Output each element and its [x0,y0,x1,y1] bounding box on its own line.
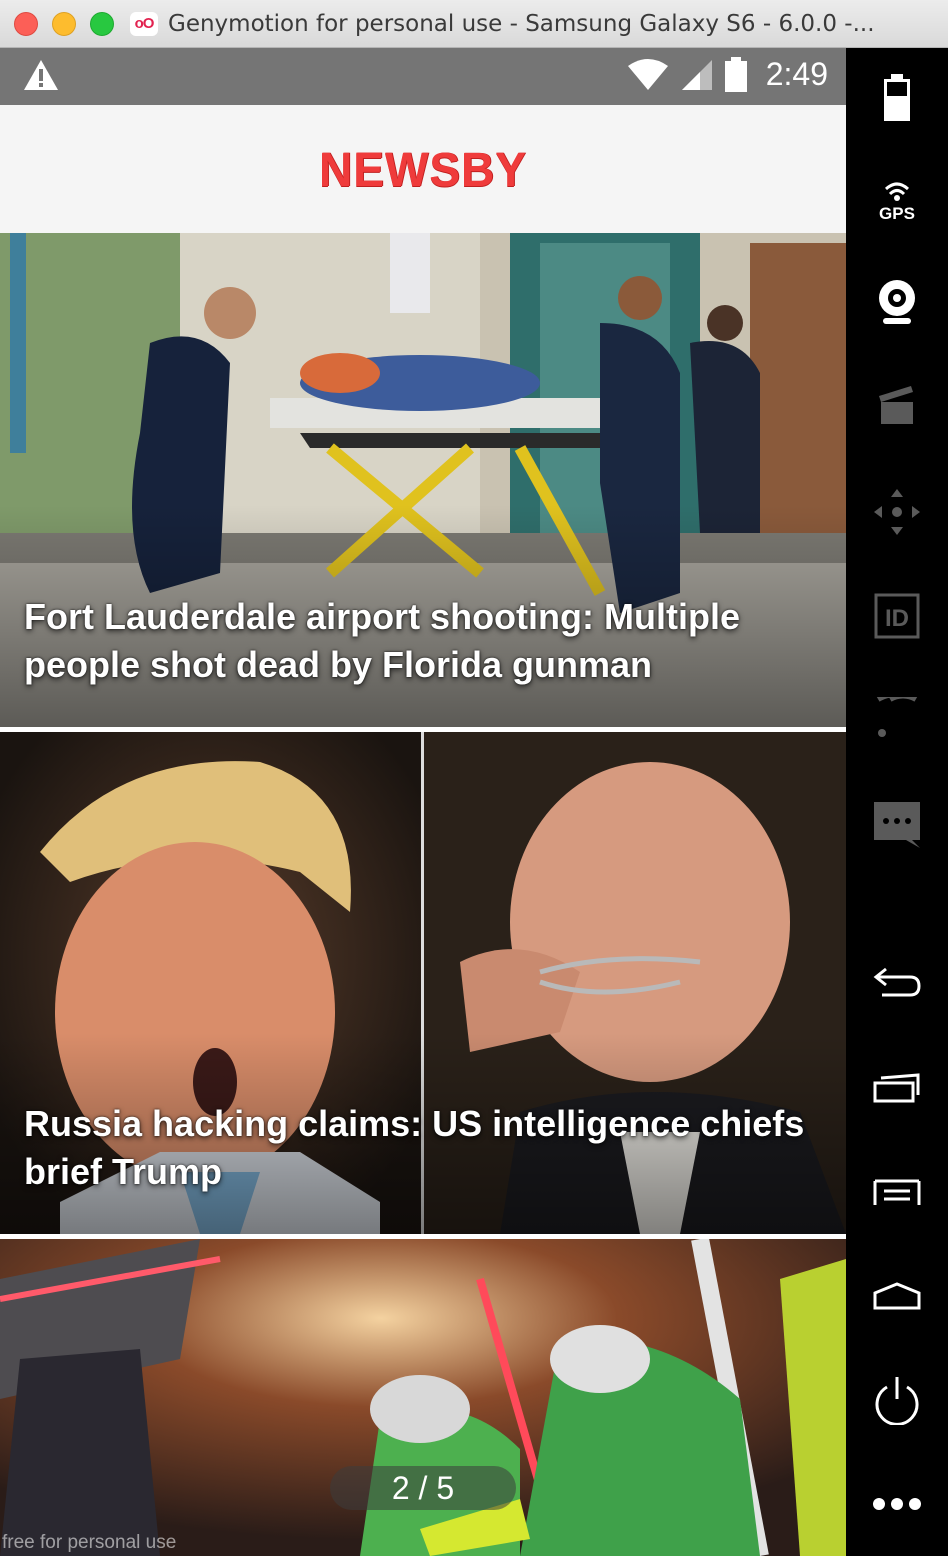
page-indicator: 2 / 5 [330,1466,516,1510]
capture-widget-button[interactable] [846,364,948,444]
remote-control-button[interactable] [846,472,948,552]
svg-text:GPS: GPS [879,204,915,223]
identifiers-icon: ID [874,593,920,639]
maximize-window-button[interactable] [90,11,114,36]
gps-widget-button[interactable]: GPS [846,160,948,240]
battery-icon [884,74,910,121]
android-recent-apps-button[interactable] [846,1048,948,1128]
svg-text:ID: ID [885,605,909,632]
gps-icon: GPS [879,182,915,223]
android-home-button[interactable] [846,1256,948,1336]
sms-icon [874,802,920,848]
back-icon [873,967,921,997]
minimize-window-button[interactable] [52,11,76,36]
webcam-icon [879,280,915,324]
app-header: NEWSBY [0,105,846,233]
wifi-icon [627,58,668,90]
more-tools-button[interactable] [846,1464,948,1544]
signal-icon [681,59,712,90]
cast-icon [876,697,918,737]
recent-apps-icon [873,1073,920,1103]
webcam-widget-button[interactable] [846,262,948,342]
status-icons: 2:49 [626,56,828,93]
window-title: Genymotion for personal use - Samsung Ga… [168,10,875,37]
identifiers-widget-button[interactable]: ID [846,576,948,656]
article-card[interactable]: Fort Lauderdale airport shooting: Multip… [0,233,846,727]
capture-icon [879,386,913,424]
android-power-button[interactable] [846,1360,948,1440]
close-window-button[interactable] [14,11,38,36]
watermark: free for personal use [2,1532,177,1553]
network-widget-button[interactable] [846,678,948,758]
dpad-icon [874,489,920,535]
article-headline: Russia hacking claims: US intelligence c… [24,1103,805,1192]
warning-icon [24,60,58,90]
android-menu-button[interactable] [846,1152,948,1232]
android-back-button[interactable] [846,942,948,1022]
article-headline: Fort Lauderdale airport shooting: Multip… [24,596,740,685]
menu-icon [873,1179,921,1205]
genymotion-toolbar: GPS ID [846,48,948,1556]
power-icon [875,1377,919,1425]
battery-widget-button[interactable] [846,58,948,138]
window-titlebar: oO Genymotion for personal use - Samsung… [0,0,948,48]
genymotion-logo-icon: oO [130,11,158,36]
more-icon [873,1498,921,1510]
device-screen: 2:49 NEWSBY Fort Lauderdale airport shoo… [0,48,846,1556]
article-card[interactable]: Russia hacking claims: US intelligence c… [0,732,846,1234]
android-status-bar: 2:49 [0,48,846,105]
window-controls [14,11,114,36]
battery-icon [724,56,747,92]
status-clock: 2:49 [765,56,828,92]
phone-widget-button[interactable] [846,784,948,864]
home-icon [873,1282,921,1310]
app-logo: NEWSBY [319,141,527,197]
